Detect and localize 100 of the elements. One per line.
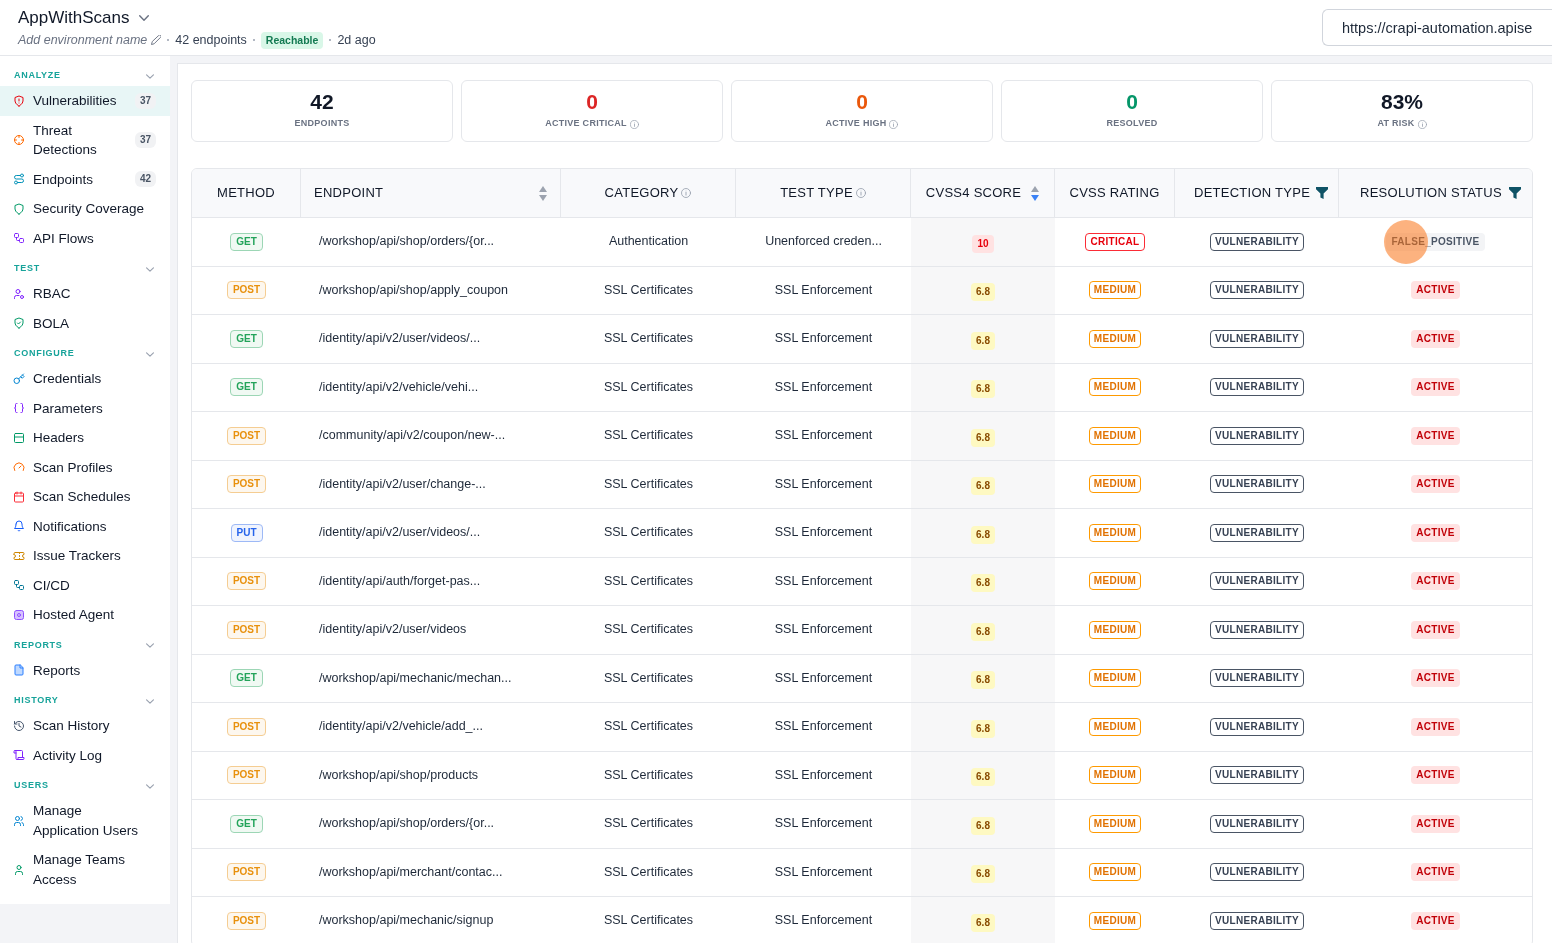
column-header: CATEGORY xyxy=(604,184,679,203)
app-title: AppWithScans xyxy=(18,7,130,29)
table-cell-text: SSL Certificates xyxy=(603,912,694,930)
ticket-icon xyxy=(13,549,25,562)
chevron-down-icon[interactable] xyxy=(146,698,154,704)
bell-icon xyxy=(13,520,25,533)
url-field[interactable]: https://crapi-automation.apise xyxy=(1322,9,1552,46)
rating-badge: CRITICAL xyxy=(1085,232,1145,251)
detection-type-badge: VULNERABILITY xyxy=(1210,863,1304,882)
score-badge: 6.8 xyxy=(971,865,995,884)
table-cell-text: SSL Certificates xyxy=(603,281,694,299)
stat-label: ACTIVE CRITICAL xyxy=(545,117,627,131)
section-heading: USERS xyxy=(14,779,49,793)
key-icon xyxy=(13,372,25,385)
last-scan-time: 2d ago xyxy=(337,32,376,49)
filter-icon[interactable] xyxy=(1509,187,1521,199)
environment-name-prompt: Add environment name xyxy=(18,32,148,49)
stat-label: RESOLVED xyxy=(1106,117,1158,131)
table-cell-text: /identity/api/v2/vehicle/add_... xyxy=(319,718,483,736)
chevron-down-icon[interactable] xyxy=(146,351,154,357)
table-cell-text: SSL Enforcement xyxy=(774,281,873,299)
table-cell-text: SSL Enforcement xyxy=(774,330,873,348)
score-badge: 6.8 xyxy=(971,380,995,399)
method-badge: GET xyxy=(230,232,263,251)
status-badge: ACTIVE xyxy=(1411,911,1460,930)
pencil-icon[interactable] xyxy=(151,35,162,46)
rating-badge: MEDIUM xyxy=(1088,814,1142,833)
score-badge: 6.8 xyxy=(971,428,995,447)
rating-badge: MEDIUM xyxy=(1088,572,1142,591)
score-badge: 6.8 xyxy=(971,525,995,544)
chevron-down-icon[interactable] xyxy=(146,73,154,79)
status-badge: ACTIVE xyxy=(1411,378,1460,397)
method-badge: POST xyxy=(226,717,267,736)
table-cell-text: Authentication xyxy=(608,233,689,251)
user-gear-icon xyxy=(13,287,25,300)
method-badge: POST xyxy=(226,863,267,882)
score-badge: 6.8 xyxy=(971,331,995,350)
table-cell-text: /identity/api/v2/user/videos xyxy=(319,621,467,639)
method-badge: POST xyxy=(226,620,267,639)
table-cell-text: SSL Certificates xyxy=(603,330,694,348)
table-cell-text: SSL Certificates xyxy=(603,718,694,736)
method-badge: GET xyxy=(230,814,263,833)
history-icon xyxy=(13,719,25,732)
chevron-down-icon[interactable] xyxy=(138,15,149,21)
column-header: DETECTION TYPE xyxy=(1194,184,1311,203)
status-badge: ACTIVE xyxy=(1411,766,1460,785)
table-cell-text: SSL Certificates xyxy=(603,766,694,784)
table-cell-text: SSL Certificates xyxy=(603,815,694,833)
rating-badge: MEDIUM xyxy=(1088,766,1142,785)
table-cell-text: SSL Certificates xyxy=(603,863,694,881)
score-badge: 6.8 xyxy=(971,477,995,496)
detection-type-badge: VULNERABILITY xyxy=(1210,814,1304,833)
table-cell-text: /identity/api/auth/forget-pas... xyxy=(319,572,481,590)
detection-type-badge: VULNERABILITY xyxy=(1210,620,1304,639)
stat-value: 0 xyxy=(586,91,598,114)
column-header[interactable]: ENDPOINT xyxy=(314,183,384,203)
stat-label: AT RISK xyxy=(1377,117,1415,131)
table-cell-text: Unenforced creden... xyxy=(765,233,882,251)
filter-icon[interactable] xyxy=(1316,187,1328,199)
detection-type-badge: VULNERABILITY xyxy=(1210,232,1304,251)
chevron-down-icon[interactable] xyxy=(146,266,154,272)
table-cell-text: /workshop/api/shop/products xyxy=(319,766,479,784)
document-icon xyxy=(13,664,25,677)
chevron-down-icon[interactable] xyxy=(146,643,154,648)
sidebar-item[interactable]: Vulnerabilities 37 xyxy=(0,86,170,116)
route-icon xyxy=(13,173,25,186)
table-cell-text: /identity/api/v2/vehicle/vehi... xyxy=(319,378,479,396)
status-badge: ACTIVE xyxy=(1411,426,1460,445)
table-cell-text: SSL Enforcement xyxy=(774,863,873,881)
sort-icon[interactable] xyxy=(539,185,547,201)
column-header: METHOD xyxy=(217,184,275,203)
column-header: RESOLUTION STATUS xyxy=(1360,184,1502,203)
status-badge: ACTIVE xyxy=(1411,329,1460,348)
section-heading: HISTORY xyxy=(14,694,59,708)
table-cell-text: /workshop/api/shop/orders/{or... xyxy=(319,233,495,251)
table-cell-text: SSL Enforcement xyxy=(774,475,873,493)
table-cell-text: /workshop/api/mechanic/mechan... xyxy=(319,669,512,687)
sort-icon[interactable] xyxy=(1031,185,1040,201)
method-badge: GET xyxy=(230,669,263,688)
table-cell-text: SSL Certificates xyxy=(603,378,694,396)
status-badge: ACTIVE xyxy=(1411,669,1460,688)
section-heading: ANALYZE xyxy=(14,69,61,83)
scroll-icon xyxy=(13,749,25,762)
column-header[interactable]: CVSS4 SCORE xyxy=(925,183,1022,203)
status-badge: ACTIVE xyxy=(1411,863,1460,882)
score-badge: 6.8 xyxy=(971,913,995,932)
flow-icon xyxy=(13,579,25,592)
detection-type-badge: VULNERABILITY xyxy=(1210,669,1304,688)
score-badge: 6.8 xyxy=(971,283,995,302)
table-cell-text: SSL Certificates xyxy=(603,669,694,687)
method-badge: POST xyxy=(226,572,267,591)
table-cell-text: /workshop/api/shop/orders/{or... xyxy=(319,815,495,833)
stat-label: ACTIVE HIGH xyxy=(825,117,887,131)
detection-type-badge: VULNERABILITY xyxy=(1210,572,1304,591)
rating-badge: MEDIUM xyxy=(1088,863,1142,882)
column-header: TEST TYPE xyxy=(780,184,853,203)
chevron-down-icon[interactable] xyxy=(146,783,154,789)
table-cell-text: /identity/api/v2/user/videos/... xyxy=(319,524,481,542)
table-cell-text: SSL Certificates xyxy=(603,475,694,493)
rating-badge: MEDIUM xyxy=(1088,717,1142,736)
